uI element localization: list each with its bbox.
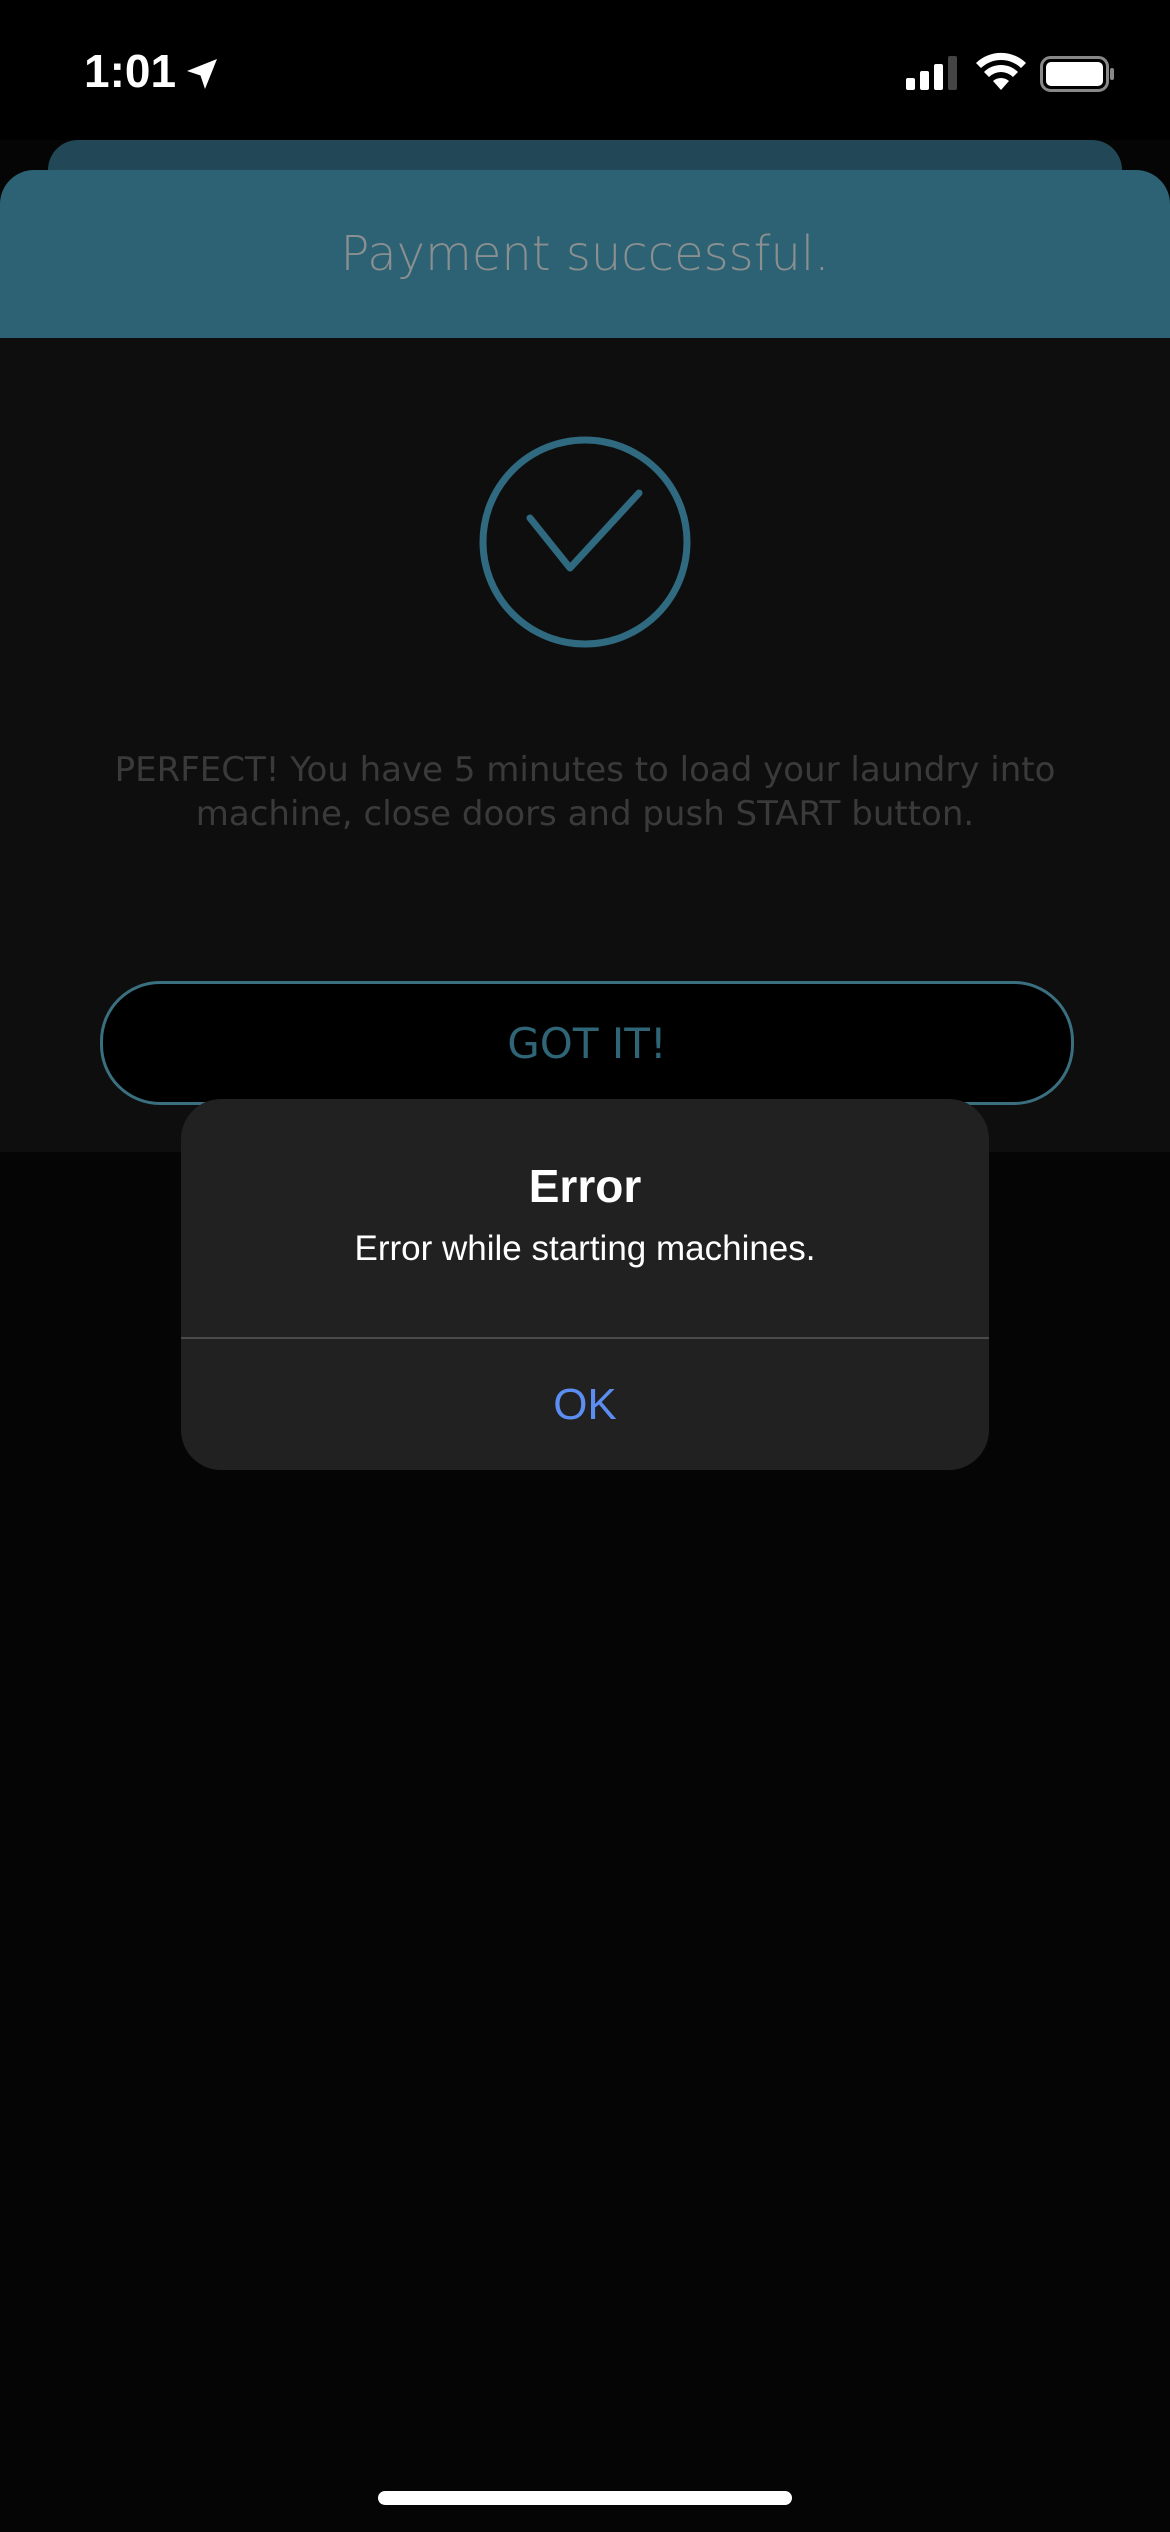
error-alert: Error Error while starting machines. OK	[181, 1099, 989, 1470]
battery-icon	[1040, 56, 1114, 92]
check-circle-icon	[479, 436, 691, 648]
signal-icon	[906, 56, 957, 90]
wifi-icon	[976, 52, 1026, 90]
status-time: 1:01	[84, 45, 177, 97]
alert-title: Error	[528, 1160, 642, 1212]
payment-header: Payment successful.	[0, 170, 1170, 338]
got-it-button[interactable]: GOT IT!	[100, 981, 1074, 1105]
status-bar: 1:01	[0, 0, 1170, 140]
header-title: Payment successful.	[340, 226, 830, 282]
instructions-text: PERFECT! You have 5 minutes to load your…	[114, 750, 1056, 834]
alert-message: Error while starting machines.	[354, 1229, 816, 1268]
location-arrow-icon	[187, 59, 217, 89]
alert-ok-button[interactable]: OK	[181, 1339, 989, 1470]
home-indicator[interactable]	[378, 2491, 792, 2505]
